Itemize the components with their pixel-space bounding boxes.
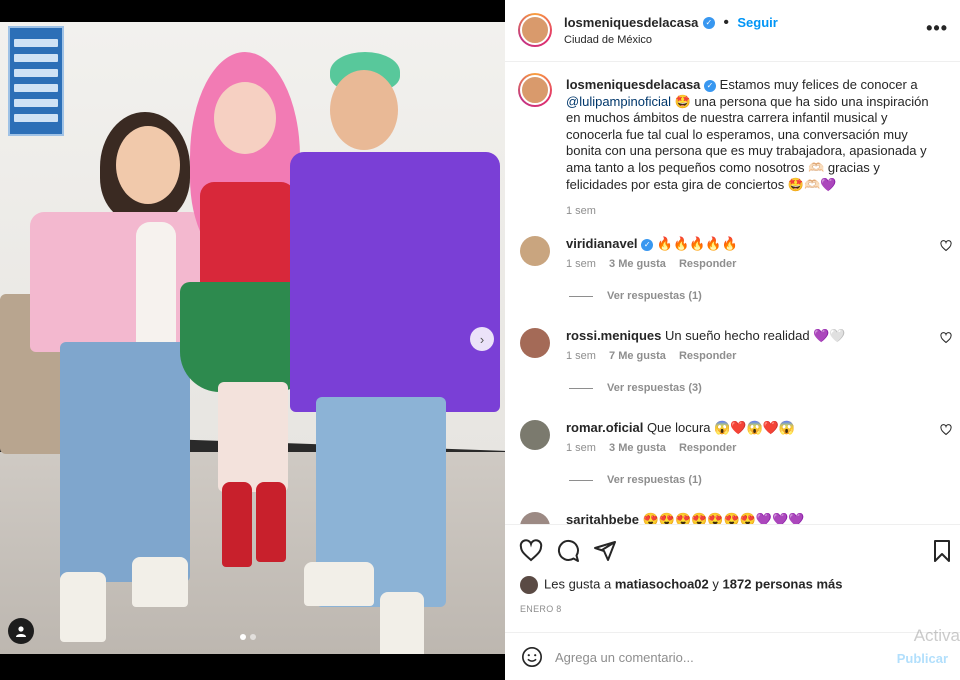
comment-avatar[interactable] <box>520 236 550 266</box>
comment-username[interactable]: romar.oficial <box>566 420 643 435</box>
liker-username[interactable]: matiasochoa02 <box>615 576 709 591</box>
comment-time: 1 sem <box>566 442 596 454</box>
author-avatar[interactable] <box>518 13 552 47</box>
liker-avatar <box>520 576 538 594</box>
emoji-icon[interactable] <box>521 646 543 668</box>
post-header: losmeniquesdelacasa ✓ • Seguir Ciudad de… <box>505 0 960 62</box>
instagram-post-view: › losmeniquesdelacasa ✓ • Seguir Ciudad … <box>0 0 960 680</box>
post-side-panel: losmeniquesdelacasa ✓ • Seguir Ciudad de… <box>505 0 960 680</box>
likes-count[interactable]: 1872 personas más <box>723 576 843 591</box>
person-right <box>290 52 505 654</box>
comment-likes[interactable]: 7 Me gusta <box>609 350 666 362</box>
reply-button[interactable]: Responder <box>679 442 736 454</box>
follow-button[interactable]: Seguir <box>737 15 777 30</box>
bookmark-icon[interactable] <box>930 539 954 563</box>
carousel-dot <box>240 634 246 640</box>
comment-time: 1 sem <box>566 258 596 270</box>
comment-likes[interactable]: 3 Me gusta <box>609 442 666 454</box>
post-location[interactable]: Ciudad de México <box>564 34 652 46</box>
publish-button[interactable]: Publicar <box>897 651 948 666</box>
comment-text: 🔥🔥🔥🔥🔥 <box>656 236 738 251</box>
share-icon[interactable] <box>593 539 617 563</box>
verified-icon: ✓ <box>641 238 654 251</box>
caption-username[interactable]: losmeniquesdelacasa <box>566 77 700 92</box>
likes-summary: Les gusta a matiasochoa02 y 1872 persona… <box>520 576 842 594</box>
tagged-users-button[interactable] <box>8 618 34 644</box>
reply-button[interactable]: Responder <box>679 350 736 362</box>
add-comment-bar: Publicar <box>505 632 960 680</box>
bottom-overlay <box>0 654 505 680</box>
comment-text: Un sueño hecho realidad 💜🤍 <box>665 328 846 343</box>
next-photo-button[interactable]: › <box>470 327 494 351</box>
comment-avatar[interactable] <box>520 328 550 358</box>
heart-icon[interactable] <box>940 240 952 252</box>
comment-avatar[interactable] <box>520 420 550 450</box>
caption-avatar[interactable] <box>518 73 552 107</box>
heart-icon[interactable] <box>519 539 543 563</box>
heart-icon[interactable] <box>940 424 952 436</box>
comment-username[interactable]: saritahbebe <box>566 512 639 524</box>
post-date: ENERO 8 <box>520 604 562 614</box>
carousel-dot <box>250 634 256 640</box>
author-username[interactable]: losmeniquesdelacasa <box>564 15 698 30</box>
comment-time: 1 sem <box>566 350 596 362</box>
reply-button[interactable]: Responder <box>679 258 736 270</box>
comment-text: Que locura 😱❤️😱❤️😱 <box>646 420 796 435</box>
verified-icon: ✓ <box>702 16 715 29</box>
caption: losmeniquesdelacasa ✓ Estamos muy felice… <box>566 77 936 220</box>
more-icon[interactable]: ••• <box>926 18 948 39</box>
post-photo[interactable]: › <box>0 22 505 654</box>
comment-text: 😍😍😍😍😍😍😍💜💜💜 <box>642 512 805 524</box>
chevron-right-icon: › <box>479 331 485 347</box>
comment-likes[interactable]: 3 Me gusta <box>609 258 666 270</box>
view-replies-button[interactable]: Ver respuestas (3) <box>569 382 702 394</box>
post-actions <box>505 524 960 576</box>
caption-time: 1 sem <box>566 205 596 218</box>
view-replies-button[interactable]: Ver respuestas (1) <box>569 290 702 302</box>
comment-avatar[interactable] <box>520 512 550 524</box>
heart-icon[interactable] <box>940 332 952 344</box>
verified-icon: ✓ <box>704 79 717 92</box>
carousel-dots <box>240 634 256 640</box>
caption-text-1: Estamos muy felices de conocer a <box>716 77 918 92</box>
likes-middle: y <box>708 576 723 592</box>
comment-input[interactable] <box>555 647 855 667</box>
view-replies-button[interactable]: Ver respuestas (1) <box>569 474 702 486</box>
caption-mention[interactable]: @lulipampinoficial <box>566 94 671 109</box>
user-tag-icon <box>16 626 26 637</box>
likes-prefix: Les gusta a <box>544 576 615 592</box>
activation-watermark: Activa <box>913 626 960 645</box>
comment-icon[interactable] <box>556 539 580 563</box>
comment-username[interactable]: rossi.meniques <box>566 328 661 343</box>
comments-list[interactable]: losmeniquesdelacasa ✓ Estamos muy felice… <box>505 62 960 524</box>
comment-username[interactable]: viridianavel <box>566 236 638 251</box>
